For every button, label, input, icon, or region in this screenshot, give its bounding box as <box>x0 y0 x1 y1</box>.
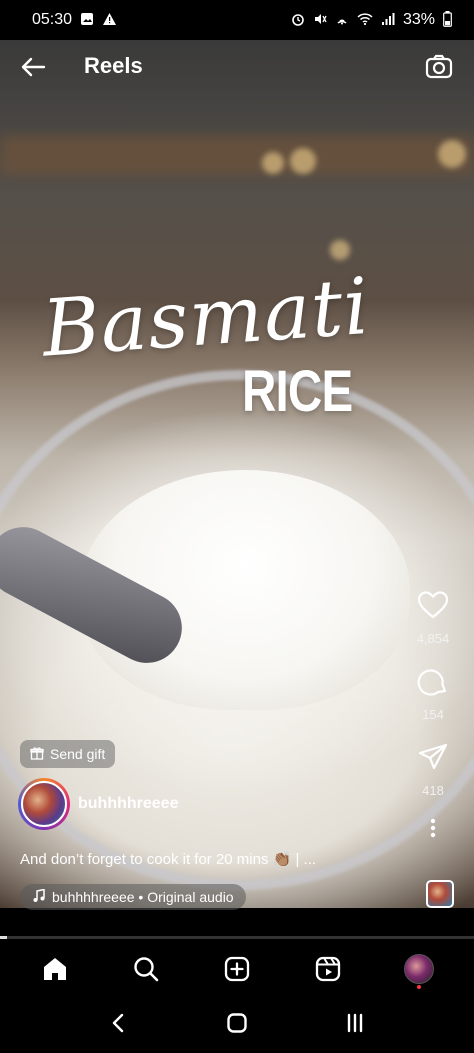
create-icon[interactable] <box>217 949 257 989</box>
reels-header: Reels <box>0 40 474 92</box>
audio-thumbnail[interactable] <box>426 880 454 908</box>
bokeh-light <box>290 148 316 174</box>
system-back-icon[interactable] <box>108 1012 130 1039</box>
reels-icon[interactable] <box>308 949 348 989</box>
battery-icon <box>443 11 452 29</box>
comment-count: 154 <box>422 707 444 722</box>
background-shelf <box>0 135 474 175</box>
reel-actions: 4,854 154 418 <box>410 588 456 842</box>
avatar-image <box>21 781 67 827</box>
overlay-script-text: Basmati <box>39 261 373 375</box>
comment-icon[interactable] <box>416 664 450 703</box>
audio-pill[interactable]: buhhhhreeee • Original audio <box>20 884 246 910</box>
status-time: 05:30 <box>32 11 73 28</box>
send-gift-label: Send gift <box>50 746 106 762</box>
status-left: 05:30 <box>32 11 117 29</box>
warning-icon <box>102 12 117 28</box>
video-progress-bar[interactable] <box>0 936 474 939</box>
heart-icon[interactable] <box>416 588 450 627</box>
post-caption[interactable]: And don’t forget to cook it for 20 mins … <box>20 850 316 868</box>
notification-dot <box>416 985 421 989</box>
system-recents-icon[interactable] <box>344 1012 366 1039</box>
audio-label: buhhhhreeee • Original audio <box>52 889 234 905</box>
music-note-icon <box>32 888 46 906</box>
system-home-icon[interactable] <box>226 1012 248 1039</box>
image-icon <box>80 12 94 28</box>
gift-icon <box>30 746 44 763</box>
bokeh-light <box>262 152 284 174</box>
like-action[interactable]: 4,854 <box>416 588 450 646</box>
share-action[interactable]: 418 <box>416 740 450 798</box>
send-gift-button[interactable]: Send gift <box>20 740 116 768</box>
signal-icon <box>381 12 395 28</box>
camera-icon[interactable] <box>424 51 454 81</box>
comment-action[interactable]: 154 <box>416 664 450 722</box>
alarm-icon <box>291 12 305 28</box>
system-navigation <box>0 998 474 1053</box>
profile-avatar[interactable] <box>399 949 439 989</box>
author-avatar[interactable] <box>18 778 70 830</box>
video-progress-fill <box>0 936 8 939</box>
battery-percent: 33% <box>402 11 435 28</box>
back-arrow-icon[interactable] <box>18 52 48 82</box>
author-row[interactable]: buhhhhreeee <box>18 778 178 830</box>
author-username[interactable]: buhhhhreeee <box>78 795 178 813</box>
search-icon[interactable] <box>126 949 166 989</box>
like-count: 4,854 <box>416 631 450 646</box>
page-title: Reels <box>84 53 143 78</box>
share-count: 418 <box>422 783 444 798</box>
bokeh-light <box>438 140 466 168</box>
overlay-block-text: RICE <box>242 359 353 424</box>
bokeh-light <box>330 240 350 260</box>
home-icon[interactable] <box>35 949 75 989</box>
status-right: 33% <box>291 11 452 29</box>
more-options-icon[interactable] <box>430 818 436 842</box>
bottom-navigation <box>0 940 474 998</box>
status-bar: 05:30 33% <box>0 0 474 40</box>
profile-avatar-image <box>403 954 434 984</box>
mute-icon <box>313 12 327 28</box>
nfc-icon <box>335 12 349 28</box>
send-icon[interactable] <box>416 740 450 779</box>
wifi-icon <box>357 12 373 28</box>
